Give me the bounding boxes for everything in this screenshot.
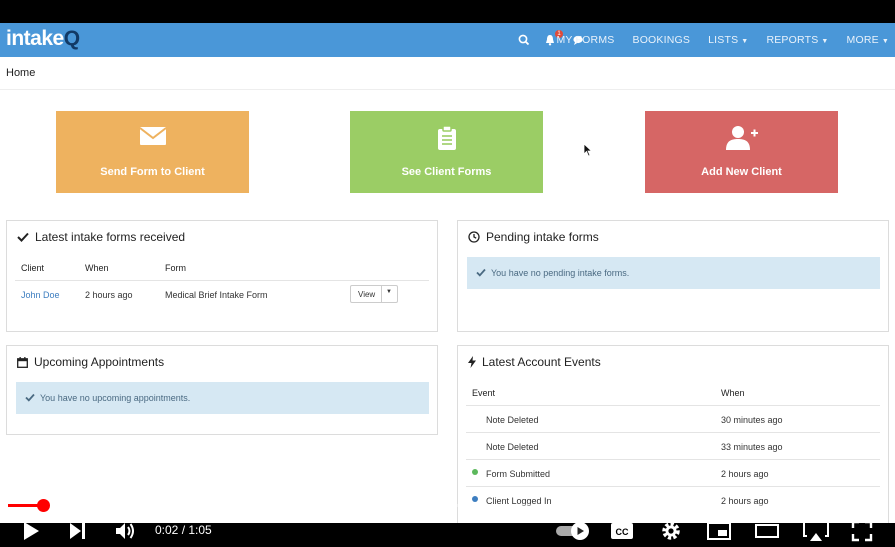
status-dot xyxy=(472,469,478,475)
search-icon[interactable] xyxy=(517,33,531,47)
column-header: Event xyxy=(472,388,496,398)
divider xyxy=(466,432,880,433)
event-cell: Note Deleted xyxy=(486,415,539,425)
clipboard-icon xyxy=(437,125,456,150)
video-frame: intakeQ 1 MY FORMS BOOKINGS LISTS ▼ REPOR… xyxy=(0,0,895,547)
divider xyxy=(0,89,895,90)
add-new-client-tile[interactable]: Add New Client xyxy=(645,111,838,193)
divider xyxy=(466,459,880,460)
nav-reports[interactable]: REPORTS ▼ xyxy=(766,34,828,46)
column-header: When xyxy=(721,388,745,398)
form-cell: Medical Brief Intake Form xyxy=(165,290,268,300)
clock-icon xyxy=(468,231,480,243)
event-when-cell: 33 minutes ago xyxy=(721,442,783,452)
cast-airplay-icon[interactable] xyxy=(802,519,830,543)
client-link[interactable]: John Doe xyxy=(21,290,60,300)
fullscreen-icon[interactable] xyxy=(850,519,874,543)
nav-bookings[interactable]: BOOKINGS xyxy=(632,34,690,46)
caret-down-icon: ▼ xyxy=(821,38,829,45)
caret-down-icon: ▼ xyxy=(741,38,749,45)
event-cell: Note Deleted xyxy=(486,442,539,452)
status-dot xyxy=(472,496,478,502)
divider xyxy=(466,405,880,406)
bolt-icon xyxy=(468,356,476,368)
when-cell: 2 hours ago xyxy=(85,290,133,300)
panel-title: Latest intake forms received xyxy=(17,230,185,244)
time-display: 0:02 / 1:05 xyxy=(155,523,212,537)
scrubber-handle[interactable] xyxy=(37,499,50,512)
check-icon xyxy=(25,393,35,402)
nav-more[interactable]: MORE ▼ xyxy=(847,34,889,46)
check-icon xyxy=(476,268,486,277)
breadcrumb[interactable]: Home xyxy=(6,67,35,79)
intakeq-dashboard: intakeQ 1 MY FORMS BOOKINGS LISTS ▼ REPOR… xyxy=(0,23,895,523)
panel-title: Pending intake forms xyxy=(468,230,599,244)
latest-forms-panel: Latest intake forms received Client When… xyxy=(6,220,438,332)
intakeq-logo[interactable]: intakeQ xyxy=(6,27,80,51)
event-when-cell: 2 hours ago xyxy=(721,469,769,479)
view-button[interactable]: View ▼ xyxy=(350,285,398,303)
appointments-alert: You have no upcoming appointments. xyxy=(16,382,429,414)
event-when-cell: 30 minutes ago xyxy=(721,415,783,425)
svg-text:CC: CC xyxy=(616,527,629,537)
divider xyxy=(466,486,880,487)
user-plus-icon xyxy=(725,126,758,150)
nav-lists[interactable]: LISTS ▼ xyxy=(708,34,748,46)
panel-title: Latest Account Events xyxy=(468,355,601,369)
pending-alert: You have no pending intake forms. xyxy=(467,257,880,289)
column-header: When xyxy=(85,263,109,273)
panel-title: Upcoming Appointments xyxy=(17,355,164,369)
send-form-label: Send Form to Client xyxy=(100,166,205,178)
calendar-icon xyxy=(17,356,28,368)
event-cell: Form Submitted xyxy=(486,469,551,479)
top-navbar: intakeQ 1 MY FORMS BOOKINGS LISTS ▼ REPOR… xyxy=(0,23,895,57)
next-icon[interactable] xyxy=(67,519,89,543)
autoplay-toggle-icon[interactable] xyxy=(554,520,592,542)
send-form-tile[interactable]: Send Form to Client xyxy=(56,111,249,193)
nav-links: MY FORMS BOOKINGS LISTS ▼ REPORTS ▼ MORE ▼ xyxy=(538,23,889,57)
mouse-cursor-icon xyxy=(583,143,593,157)
see-client-forms-label: See Client Forms xyxy=(401,166,492,178)
divider xyxy=(15,280,429,281)
progress-track[interactable] xyxy=(8,504,887,507)
appointments-panel: Upcoming Appointments You have no upcomi… xyxy=(6,345,438,435)
captions-icon[interactable]: CC xyxy=(609,519,635,543)
settings-gear-icon[interactable] xyxy=(658,519,684,543)
caret-down-icon: ▼ xyxy=(881,38,889,45)
pending-forms-panel: Pending intake forms You have no pending… xyxy=(457,220,889,332)
check-icon xyxy=(17,232,29,242)
see-client-forms-tile[interactable]: See Client Forms xyxy=(350,111,543,193)
add-new-client-label: Add New Client xyxy=(701,166,782,178)
theater-mode-icon[interactable] xyxy=(754,519,780,543)
nav-my-forms[interactable]: MY FORMS xyxy=(556,34,614,46)
play-icon[interactable] xyxy=(20,519,42,543)
miniplayer-icon[interactable] xyxy=(706,519,732,543)
caret-down-icon[interactable]: ▼ xyxy=(386,289,392,295)
envelope-icon xyxy=(138,127,167,145)
account-events-panel: Latest Account Events Event When Note De… xyxy=(457,345,889,523)
column-header: Form xyxy=(165,263,186,273)
volume-icon[interactable] xyxy=(113,519,137,543)
column-header: Client xyxy=(21,263,45,273)
